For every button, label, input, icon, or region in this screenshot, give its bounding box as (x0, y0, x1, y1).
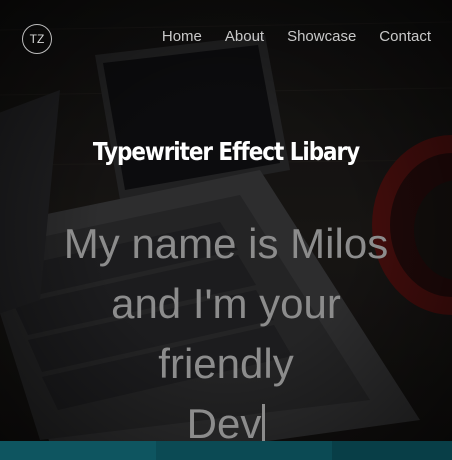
footer-segment-2 (156, 441, 332, 460)
nav-item-showcase[interactable]: Showcase (287, 28, 356, 46)
footer-segment-3 (332, 441, 452, 460)
typewriter-text: My name is Milos and I'm your friendly D… (20, 214, 432, 454)
nav-item-contact[interactable]: Contact (379, 28, 431, 46)
typing-cursor (262, 404, 266, 442)
typed-line-3: friendly (158, 340, 294, 387)
top-navigation: TZ Home About Showcase Contact (0, 0, 452, 72)
nav-item-home[interactable]: Home (162, 28, 202, 46)
typed-line-4-text: Dev (186, 400, 262, 447)
nav-item-about[interactable]: About (225, 28, 264, 46)
nav-menu: Home About Showcase Contact (162, 28, 431, 46)
typed-line-1: My name is Milos (63, 220, 389, 267)
footer-bar (0, 441, 452, 460)
logo[interactable]: TZ (22, 24, 52, 54)
hero-title: Typewriter Effect Libary (92, 137, 360, 166)
typed-line-2: and I'm your (111, 280, 341, 327)
footer-segment-1 (0, 441, 156, 460)
